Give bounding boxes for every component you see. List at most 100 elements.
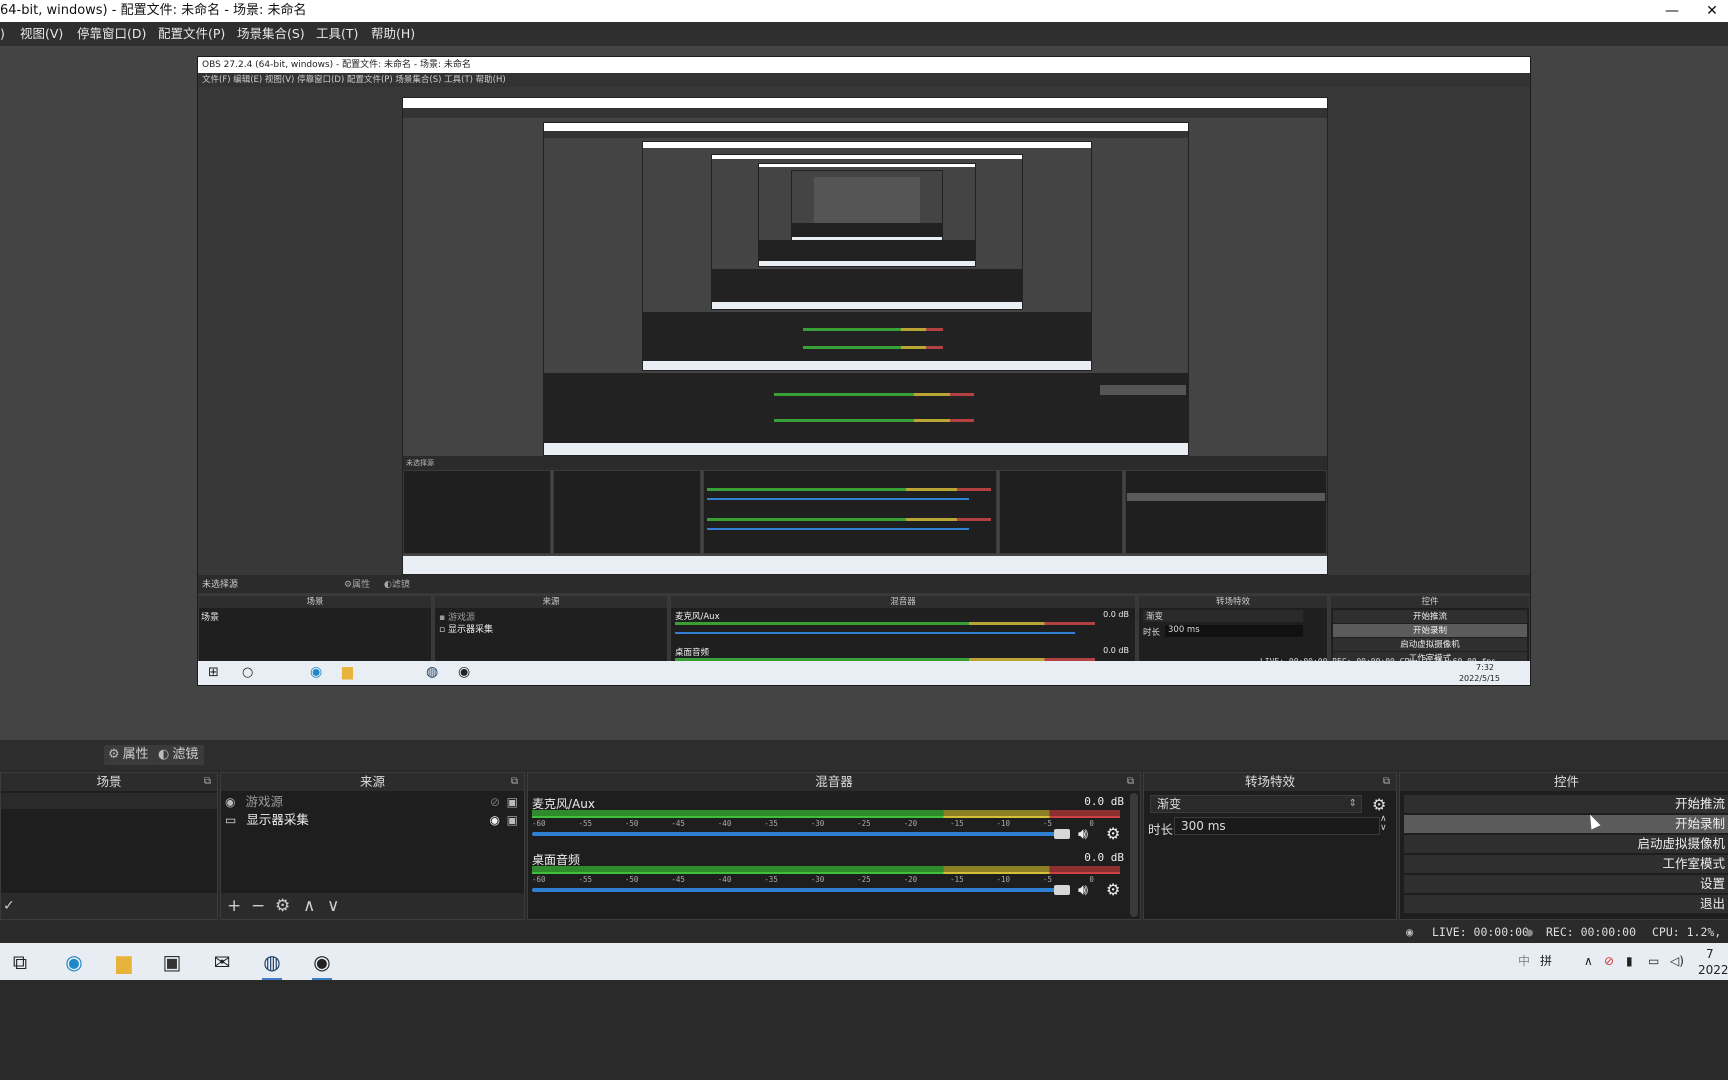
gear-icon[interactable]: ⚙ (1106, 880, 1120, 899)
volume-slider-handle[interactable] (1054, 829, 1070, 839)
volume-icon[interactable]: ◁) (1670, 943, 1684, 980)
chevron-updown-icon: ⇕ (1348, 798, 1357, 809)
nested-title: OBS 27.2.4 (64-bit, windows) - 配置文件: 未命名… (198, 57, 1530, 73)
sources-header: 来源 ⧉ (221, 773, 524, 791)
menu-bar: ) 视图(V) 停靠窗口(D) 配置文件(P) 场景集合(S) 工具(T) 帮助… (0, 22, 1728, 46)
scenes-header: 场景 ⧉ (1, 773, 217, 791)
menu-edit-fragment[interactable]: ) (0, 22, 5, 46)
l1-taskbar: ⊞ ○ ◉ ▆ ◍ ◉ 7:32 2022/5/15 (198, 661, 1530, 685)
scene-list-selection[interactable] (1, 793, 217, 809)
start-streaming-button[interactable]: 开始推流 (1404, 795, 1728, 813)
transitions-header: 转场特效 ⧉ (1144, 773, 1396, 791)
menu-view[interactable]: 视图(V) (20, 22, 63, 46)
mixer-header: 混音器 ⧉ (528, 773, 1140, 791)
nested-level2: 未选择源 (402, 97, 1328, 575)
start-recording-button[interactable]: 开始录制 (1404, 815, 1728, 833)
mixer-channel-mic: 麦克风/Aux 0.0 dB -60 -55 -50 -45 -40 -35 -30 -25-… (532, 795, 1124, 844)
status-bar: ◉ LIVE: 00:00:00 ● REC: 00:00:00 CPU: 1.… (0, 921, 1728, 961)
mixer-channel-desktop: 桌面音频 0.0 dB -60 -55 -50 -45 -40 -35 -30 -25 -20-… (532, 851, 1124, 900)
clock-date[interactable]: 2022 (1698, 961, 1728, 979)
taskbar: ⧉ ◉ ▆ ▣ ✉ ◍ ◉ 中 拼 ∧ ⊘ ▮ ▭ ◁) 7 2022 (0, 943, 1728, 980)
sources-dock: 来源 ⧉ ◉ 游戏源 ⊘ ▣ ▭ 显示器采集 ◉ ▣ + − ⚙ ∧ ∨ (220, 772, 525, 920)
gear-icon[interactable]: ⚙ (275, 893, 290, 919)
security-icon[interactable]: ⊘ (1604, 943, 1614, 980)
mail-icon[interactable]: ✉ (206, 947, 238, 977)
undock-icon[interactable]: ⧉ (204, 773, 211, 791)
volume-slider-handle[interactable] (1054, 885, 1070, 895)
source-item-game[interactable]: ◉ 游戏源 ⊘ ▣ (225, 793, 520, 811)
duration-input[interactable]: 300 ms (1174, 817, 1380, 835)
gear-icon[interactable]: ⚙ (1106, 824, 1120, 843)
microphone-icon[interactable]: ▮ (1626, 943, 1633, 980)
add-icon[interactable]: + (227, 893, 241, 919)
filter-icon: ◐ (158, 747, 170, 762)
task-view-icon[interactable]: ⧉ (4, 947, 36, 977)
duration-stepper[interactable]: ∧ ∨ (1380, 815, 1387, 833)
exit-button[interactable]: 退出 (1404, 895, 1728, 913)
speaker-icon[interactable]: 🔊︎ (1078, 880, 1088, 900)
obs-icon[interactable]: ◉ (306, 947, 338, 977)
menu-tools[interactable]: 工具(T) (316, 22, 358, 46)
transition-select[interactable]: 渐变 ⇕ (1150, 795, 1362, 813)
preview-canvas[interactable]: OBS 27.2.4 (64-bit, windows) - 配置文件: 未命名… (0, 46, 1728, 740)
mixer-dock: 混音器 ⧉ 麦克风/Aux 0.0 dB -60 -55 -50 -45 -40 -35-… (527, 772, 1141, 920)
menu-scene-collection[interactable]: 场景集合(S) (237, 22, 305, 46)
gear-icon: ⚙ (108, 747, 120, 762)
title-bar: 64-bit, windows) - 配置文件: 未命名 - 场景: 未命名 —… (0, 0, 1728, 22)
menu-profile[interactable]: 配置文件(P) (158, 22, 225, 46)
move-down-icon[interactable]: ✓ (3, 893, 15, 919)
volume-slider[interactable] (532, 888, 1058, 892)
gear-icon[interactable]: ⚙ (1372, 795, 1386, 814)
settings-button[interactable]: 设置 (1404, 875, 1728, 893)
eye-icon[interactable]: ◉ (490, 811, 500, 829)
remove-icon[interactable]: − (251, 893, 265, 919)
source-item-display[interactable]: ▭ 显示器采集 ◉ ▣ (225, 811, 520, 829)
nested-obs-window: OBS 27.2.4 (64-bit, windows) - 配置文件: 未命名… (197, 56, 1531, 686)
record-icon: ● (1526, 925, 1533, 939)
studio-mode-button[interactable]: 工作室模式 (1404, 855, 1728, 873)
scenes-dock: 场景 ⧉ ✓ (0, 772, 218, 920)
duration-label: 时长 (1148, 822, 1174, 837)
edge-icon[interactable]: ◉ (58, 947, 90, 977)
speaker-icon[interactable]: 🔊︎ (1078, 824, 1088, 844)
undock-icon[interactable]: ⧉ (1127, 773, 1134, 791)
network-icon[interactable]: ▭ (1648, 943, 1659, 980)
volume-slider[interactable] (532, 832, 1058, 836)
file-explorer-icon[interactable]: ▆ (108, 947, 140, 977)
ime-indicator[interactable]: 中 (1518, 943, 1530, 980)
undock-icon[interactable]: ⧉ (1383, 773, 1390, 791)
sources-toolbar: + − ⚙ ∧ ∨ (221, 893, 524, 919)
mixer-scrollbar[interactable] (1130, 793, 1138, 917)
gamepad-icon: ◉ (225, 795, 236, 809)
menu-help[interactable]: 帮助(H) (371, 22, 415, 46)
source-toolbar: ⚙ 属性 ◐ 滤镜 (0, 740, 1728, 770)
minimize-button[interactable]: — (1652, 0, 1692, 22)
broadcast-icon: ◉ (1406, 925, 1414, 939)
nested-menu: 文件(F) 编辑(E) 视图(V) 停靠窗口(D) 配置文件(P) 场景集合(S… (198, 73, 1530, 87)
undock-icon[interactable]: ⧉ (511, 773, 518, 791)
move-down-icon[interactable]: ∨ (327, 893, 339, 919)
lock-icon[interactable]: ▣ (507, 793, 518, 811)
meter-ticks: -60 -55 -50 -45 -40 -35 -30 -25 -20 -15 -10 -5 0 (532, 875, 1094, 884)
move-up-icon[interactable]: ∧ (303, 893, 315, 919)
steam-icon[interactable]: ◍ (256, 947, 288, 977)
l1-filters: ◐滤镜 (384, 580, 410, 590)
l1-properties: ⚙属性 (344, 580, 371, 590)
rec-status: REC: 00:00:00 (1546, 925, 1637, 939)
eye-hidden-icon[interactable]: ⊘ (490, 793, 500, 811)
window-title: 64-bit, windows) - 配置文件: 未命名 - 场景: 未命名 (0, 3, 307, 18)
lock-icon[interactable]: ▣ (507, 811, 518, 829)
start-virtual-camera-button[interactable]: 启动虚拟摄像机 (1404, 835, 1728, 853)
properties-button[interactable]: ⚙ 属性 (104, 745, 155, 765)
chevron-up-icon[interactable]: ∧ (1584, 943, 1593, 980)
scenes-toolbar: ✓ (1, 893, 217, 919)
l2-no-source: 未选择源 (403, 456, 1327, 470)
filters-button[interactable]: ◐ 滤镜 (154, 745, 205, 765)
close-button[interactable]: ✕ (1692, 0, 1728, 22)
ime-mode[interactable]: 拼 (1540, 943, 1552, 980)
menu-docks[interactable]: 停靠窗口(D) (77, 22, 146, 46)
transitions-dock: 转场特效 ⧉ 渐变 ⇕ ⚙ 时长 300 ms ∧ ∨ (1143, 772, 1397, 920)
meter-ticks: -60 -55 -50 -45 -40 -35 -30 -25 -20 -15 -10 -5 0 (532, 819, 1094, 828)
l1-no-source: 未选择源 (202, 580, 239, 590)
store-icon[interactable]: ▣ (156, 947, 188, 977)
